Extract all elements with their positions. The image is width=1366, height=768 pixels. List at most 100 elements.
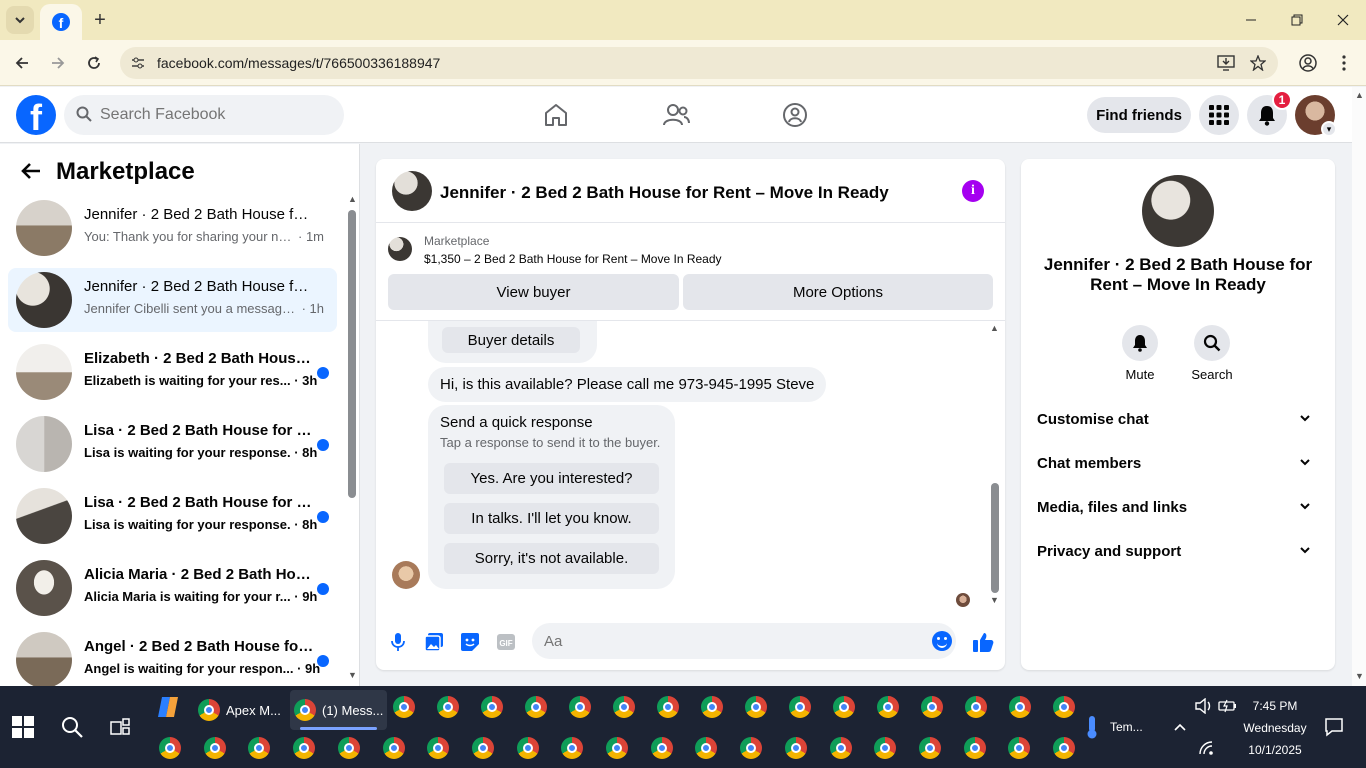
chat-title[interactable]: Jennifer · 2 Bed 2 Bath House for Rent –… bbox=[440, 183, 889, 203]
tab-search-button[interactable] bbox=[6, 6, 34, 34]
windows-start-icon[interactable] bbox=[12, 716, 34, 738]
chrome-window-button[interactable] bbox=[918, 736, 942, 760]
listing-avatar[interactable] bbox=[1142, 175, 1214, 247]
browser-menu-button[interactable] bbox=[1330, 49, 1358, 77]
chrome-window-button[interactable] bbox=[382, 736, 406, 760]
chrome-window-button[interactable] bbox=[788, 695, 812, 719]
customise-chat-row[interactable]: Customise chat bbox=[1037, 400, 1319, 440]
scroll-up-icon[interactable]: ▲ bbox=[990, 323, 999, 333]
search-in-chat-button[interactable] bbox=[1194, 325, 1230, 361]
chrome-window-button[interactable] bbox=[392, 695, 416, 719]
back-arrow-icon[interactable] bbox=[20, 160, 42, 188]
back-button[interactable] bbox=[8, 49, 36, 77]
sidebar-scrollbar[interactable]: ▲ ▼ bbox=[347, 194, 357, 684]
quick-reply-button[interactable]: In talks. I'll let you know. bbox=[444, 503, 659, 534]
chrome-window-button[interactable] bbox=[694, 736, 718, 760]
copilot-icon[interactable] bbox=[156, 695, 180, 719]
new-tab-button[interactable]: + bbox=[88, 8, 112, 32]
chrome-window-button[interactable] bbox=[1007, 736, 1031, 760]
chrome-window-button[interactable] bbox=[739, 736, 763, 760]
view-buyer-button[interactable]: View buyer bbox=[388, 274, 679, 310]
buyer-details-button[interactable]: Buyer details bbox=[442, 327, 580, 353]
chrome-window-button[interactable] bbox=[964, 695, 988, 719]
notification-center-button[interactable] bbox=[1322, 715, 1346, 739]
chrome-window-button[interactable] bbox=[605, 736, 629, 760]
chrome-window-button[interactable] bbox=[203, 736, 227, 760]
search-action[interactable]: Search bbox=[1182, 325, 1242, 382]
more-options-button[interactable]: More Options bbox=[683, 274, 993, 310]
like-button[interactable] bbox=[972, 631, 994, 653]
chrome-window-button[interactable] bbox=[480, 695, 504, 719]
bookmark-star-icon[interactable] bbox=[1248, 53, 1268, 73]
show-hidden-icons-button[interactable] bbox=[1168, 715, 1192, 739]
chrome-window-button[interactable] bbox=[516, 736, 540, 760]
chrome-window-button[interactable] bbox=[700, 695, 724, 719]
conversation-item[interactable]: Alicia Maria · 2 Bed 2 Bath House for Re… bbox=[8, 556, 337, 620]
message-input[interactable] bbox=[532, 623, 956, 659]
facebook-logo-icon[interactable]: f bbox=[16, 95, 56, 135]
clock-day[interactable]: Wednesday bbox=[1240, 721, 1310, 735]
chrome-window-button[interactable] bbox=[656, 695, 680, 719]
friends-nav-button[interactable] bbox=[660, 99, 692, 131]
chrome-window-button[interactable] bbox=[784, 736, 808, 760]
chrome-window-button[interactable] bbox=[829, 736, 853, 760]
sticker-button[interactable] bbox=[459, 631, 481, 653]
chrome-window-button[interactable] bbox=[560, 736, 584, 760]
chrome-window-button[interactable] bbox=[920, 695, 944, 719]
chrome-window-button[interactable] bbox=[832, 695, 856, 719]
conversation-item[interactable]: Lisa · 2 Bed 2 Bath House for Rent – Mov… bbox=[8, 412, 337, 476]
conversation-item[interactable]: Jennifer · 2 Bed 2 Bath House for Rent –… bbox=[8, 196, 337, 260]
conversation-item[interactable]: Lisa · 2 Bed 2 Bath House for Rent – Mov… bbox=[8, 484, 337, 548]
site-info-icon[interactable] bbox=[128, 53, 148, 73]
chrome-window-button[interactable] bbox=[337, 736, 361, 760]
url-text[interactable]: facebook.com/messages/t/766500336188947 bbox=[157, 55, 440, 71]
find-friends-button[interactable]: Find friends bbox=[1087, 97, 1191, 133]
chrome-window-button[interactable] bbox=[873, 736, 897, 760]
chrome-window-button[interactable] bbox=[1008, 695, 1032, 719]
home-nav-button[interactable] bbox=[540, 99, 572, 131]
taskbar-search-button[interactable] bbox=[60, 715, 84, 739]
browser-tab-facebook[interactable]: f bbox=[40, 4, 82, 40]
emoji-icon[interactable] bbox=[932, 631, 952, 651]
info-icon[interactable]: i bbox=[962, 180, 984, 202]
install-app-icon[interactable] bbox=[1216, 53, 1236, 73]
chrome-window-button[interactable] bbox=[247, 736, 271, 760]
wifi-icon[interactable] bbox=[1194, 736, 1218, 760]
menu-button[interactable] bbox=[1199, 95, 1239, 135]
scroll-up-icon[interactable]: ▲ bbox=[348, 194, 357, 204]
chrome-window-button[interactable] bbox=[471, 736, 495, 760]
close-window-button[interactable] bbox=[1320, 0, 1366, 40]
clock-time[interactable]: 7:45 PM bbox=[1240, 699, 1310, 713]
chrome-window-button[interactable] bbox=[963, 736, 987, 760]
mute-button[interactable] bbox=[1122, 325, 1158, 361]
conversation-item[interactable]: Angel · 2 Bed 2 Bath House for Rent – Mo… bbox=[8, 628, 337, 686]
chrome-window-button[interactable] bbox=[612, 695, 636, 719]
listing-price-title[interactable]: $1,350 – 2 Bed 2 Bath House for Rent – M… bbox=[424, 252, 722, 266]
conversation-item[interactable]: Jennifer · 2 Bed 2 Bath House for Rent –… bbox=[8, 268, 337, 332]
chrome-window-button[interactable] bbox=[524, 695, 548, 719]
gif-button[interactable]: GIF bbox=[495, 631, 517, 653]
attach-photo-button[interactable] bbox=[423, 631, 445, 653]
taskbar-app-chrome-2[interactable]: (1) Mess... bbox=[290, 690, 388, 730]
scroll-down-icon[interactable]: ▼ bbox=[348, 670, 357, 680]
chrome-window-button[interactable] bbox=[876, 695, 900, 719]
conversation-item[interactable]: Elizabeth · 2 Bed 2 Bath House for Rent … bbox=[8, 340, 337, 404]
chat-members-row[interactable]: Chat members bbox=[1037, 444, 1319, 484]
voice-clip-button[interactable] bbox=[387, 631, 409, 653]
listing-thumbnail[interactable] bbox=[388, 237, 412, 261]
restore-button[interactable] bbox=[1274, 0, 1320, 40]
battery-icon[interactable] bbox=[1216, 694, 1240, 718]
profile-button[interactable] bbox=[1294, 49, 1322, 77]
chrome-window-button[interactable] bbox=[1052, 695, 1076, 719]
chat-avatar[interactable] bbox=[392, 171, 432, 211]
scroll-down-icon[interactable]: ▼ bbox=[1355, 671, 1364, 681]
chrome-window-button[interactable] bbox=[1052, 736, 1076, 760]
chrome-window-button[interactable] bbox=[744, 695, 768, 719]
chrome-window-button[interactable] bbox=[650, 736, 674, 760]
sender-avatar[interactable] bbox=[392, 561, 420, 589]
privacy-support-row[interactable]: Privacy and support bbox=[1037, 532, 1319, 572]
chevron-down-icon[interactable]: ▾ bbox=[1321, 121, 1337, 137]
weather-label[interactable]: Tem... bbox=[1110, 720, 1143, 734]
scroll-up-icon[interactable]: ▲ bbox=[1355, 90, 1364, 100]
weather-icon[interactable] bbox=[1080, 715, 1104, 739]
